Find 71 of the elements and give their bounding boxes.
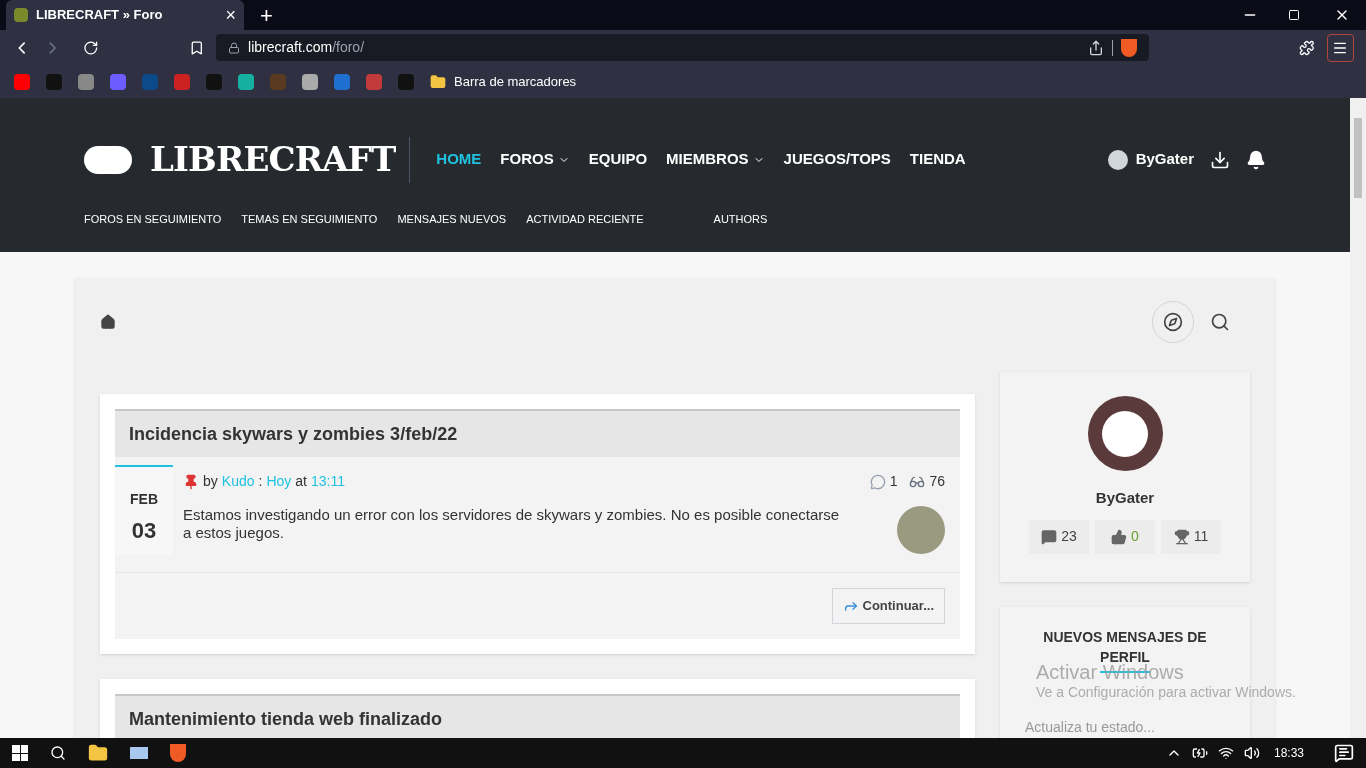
date-month: FEB: [130, 490, 158, 509]
start-icon[interactable]: [12, 745, 28, 761]
profile-name[interactable]: ByGater: [1095, 487, 1155, 510]
status-field[interactable]: Actualiza tu estado...: [1025, 716, 1225, 737]
subnav-link[interactable]: FOROS EN SEGUIMIENTO: [84, 211, 222, 228]
trophies-stat-icon: [1173, 528, 1190, 545]
replies-count: 1: [889, 472, 898, 491]
bell-icon[interactable]: [1246, 149, 1266, 170]
close-tab-button[interactable]: ×: [225, 6, 236, 24]
nav-link[interactable]: JUEGOS/TOPS: [783, 148, 891, 171]
scrollbar[interactable]: [1350, 98, 1366, 738]
subnav-link[interactable]: MENSAJES NUEVOS: [397, 211, 507, 228]
bookmark-favicon-icon[interactable]: [14, 73, 30, 90]
subnav-link[interactable]: ACTIVIDAD RECIENTE: [526, 211, 644, 228]
bookmark-favicon-icon[interactable]: [302, 73, 318, 90]
search-icon[interactable]: [50, 745, 66, 761]
views-count: 76: [929, 472, 945, 491]
folder-icon: [430, 73, 446, 90]
meta-separator: :: [258, 472, 263, 491]
thread-title[interactable]: Incidencia skywars y zombies 3/feb/22: [129, 420, 458, 448]
bookmark-favicon-icon[interactable]: [334, 73, 350, 90]
thread-excerpt: Estamos investigando un error con los servidores de skywars y zombies. No es posible conectarse a estos juegos.: [183, 506, 841, 543]
wifi-icon[interactable]: [1217, 745, 1234, 761]
new-tab-button[interactable]: +: [260, 5, 273, 27]
extensions-icon[interactable]: [1299, 39, 1315, 56]
bookmarks-folder[interactable]: Barra de marcadores: [430, 71, 577, 92]
meta-text: at: [295, 472, 307, 491]
inbox-icon[interactable]: [1210, 149, 1230, 170]
bookmark-favicon-icon[interactable]: [78, 73, 94, 90]
address-bar[interactable]: librecraft.com/foro/: [216, 34, 1150, 61]
nav-link[interactable]: TIENDA: [909, 148, 966, 171]
replies-icon: [869, 473, 886, 490]
site-favicon-icon: [14, 8, 28, 22]
profile-stat: 11: [1161, 519, 1221, 554]
pin-icon: [183, 473, 199, 490]
search-icon[interactable]: [1210, 312, 1230, 332]
messages-stat-icon: [1041, 528, 1058, 545]
notifications-icon[interactable]: [1334, 743, 1354, 763]
thread-title[interactable]: Mantenimiento tienda web finalizado: [129, 705, 443, 733]
nav-link[interactable]: HOME: [436, 148, 482, 171]
browser-tab[interactable]: LIBRECRAFT » Foro ×: [6, 0, 244, 30]
compass-icon: [1163, 312, 1183, 332]
clock[interactable]: 18:33: [1273, 744, 1304, 762]
volume-icon[interactable]: [1243, 745, 1260, 761]
nav-link[interactable]: FOROS: [500, 148, 570, 171]
file-explorer-icon[interactable]: [88, 743, 108, 763]
home-icon[interactable]: [100, 314, 116, 330]
menu-button[interactable]: [1326, 33, 1355, 62]
continue-button[interactable]: Continuar...: [831, 588, 945, 624]
activation-watermark-text: Ve a Configuración para activar Windows.: [1036, 684, 1296, 701]
profile-stat: 23: [1029, 519, 1089, 554]
profile-stat: 0: [1095, 519, 1155, 554]
tab-title: LIBRECRAFT » Foro: [36, 6, 164, 25]
user-menu[interactable]: ByGater: [1107, 148, 1194, 171]
bookmark-favicon-icon[interactable]: [366, 73, 382, 90]
reload-icon[interactable]: [82, 39, 99, 56]
nav-link[interactable]: EQUIPO: [588, 148, 648, 171]
nav-link[interactable]: MIEMBROS: [666, 148, 765, 171]
maximize-icon[interactable]: [1288, 9, 1300, 21]
date-day: 03: [131, 514, 157, 547]
bookmark-favicon-icon[interactable]: [238, 73, 254, 90]
subnav-link[interactable]: TEMAS EN SEGUIMIENTO: [241, 211, 378, 228]
url-text: librecraft.com/foro/: [248, 38, 365, 57]
lock-icon: [228, 41, 241, 54]
site-logo[interactable]: LIBRECRAFT: [150, 134, 396, 185]
likes-stat-icon: [1111, 528, 1128, 545]
share-icon[interactable]: [1088, 39, 1105, 56]
subnav-link[interactable]: AUTHORS: [713, 211, 768, 228]
meta-text: by: [203, 472, 218, 491]
bookmark-favicon-icon[interactable]: [110, 73, 126, 90]
battery-icon[interactable]: [1191, 745, 1208, 761]
